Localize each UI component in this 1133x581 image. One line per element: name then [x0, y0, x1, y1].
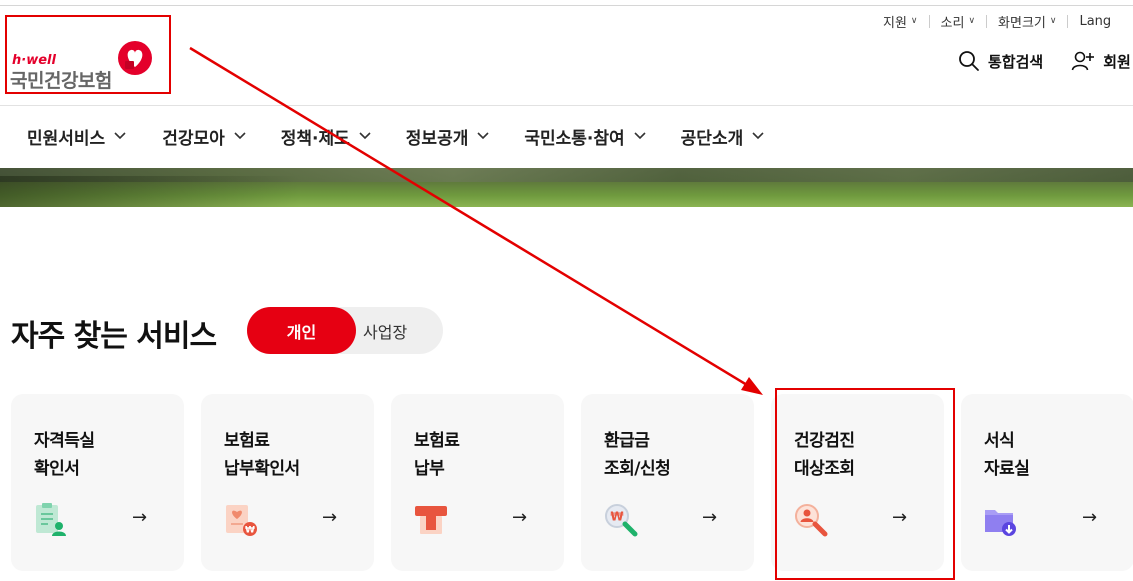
divider: [986, 14, 988, 28]
service-card-forms[interactable]: 서식자료실 →: [961, 394, 1133, 571]
chevron-down-icon: [634, 132, 646, 140]
utility-item-support[interactable]: 지원 ∨: [883, 12, 918, 31]
card-title: 보험료납부확인서: [224, 427, 300, 483]
nav-item-health[interactable]: 건강모아: [162, 124, 246, 149]
card-title: 자격득실확인서: [34, 427, 95, 483]
nav-item-about[interactable]: 공단소개: [681, 124, 765, 149]
divider: [1067, 14, 1069, 28]
card-title: 서식자료실: [984, 427, 1030, 483]
utility-nav: 지원 ∨ 소리 ∨ 화면크기 ∨ Lang: [883, 11, 1111, 31]
nav-item-label: 정책·제도: [280, 128, 350, 149]
service-card-refund[interactable]: 환급금조회/신청 ₩ →: [581, 394, 754, 571]
card-title: 환급금조회/신청: [604, 427, 671, 483]
nav-item-label: 건강모아: [162, 128, 225, 149]
tab-business[interactable]: 사업장: [363, 307, 423, 354]
header-actions: 통합검색 회원: [958, 50, 1131, 72]
service-card-qualification[interactable]: 자격득실확인서 →: [11, 394, 184, 571]
chevron-down-icon: [359, 132, 371, 140]
member-button[interactable]: 회원: [1071, 50, 1131, 72]
nav-item-label: 공단소개: [680, 128, 744, 149]
chevron-down-icon: [114, 132, 126, 140]
card-title-line: 납부: [414, 459, 445, 479]
nav-item-label: 민원서비스: [27, 128, 106, 149]
chevron-down-icon: [234, 132, 246, 140]
add-user-icon: [1071, 51, 1095, 71]
nav-item-policy[interactable]: 정책·제도: [281, 124, 371, 149]
card-title-line: 납부확인서: [224, 459, 300, 479]
annotation-box-checkup: [775, 388, 955, 580]
svg-text:₩: ₩: [610, 510, 624, 524]
card-title-line: 자격득실: [34, 431, 95, 451]
section-title: 자주 찾는 서비스: [11, 319, 217, 354]
certificate-icon: [36, 503, 66, 536]
arrow-right-icon: →: [322, 507, 338, 528]
svg-text:₩: ₩: [245, 526, 255, 536]
chevron-down-icon: [477, 132, 489, 140]
card-title: 보험료납부: [414, 427, 460, 483]
tab-personal[interactable]: 개인: [247, 307, 356, 354]
card-payment-icon: [415, 506, 447, 534]
arrow-right-icon: →: [512, 507, 528, 528]
refund-search-icon: ₩: [605, 504, 638, 537]
arrow-right-icon: →: [1082, 507, 1098, 528]
payment-receipt-icon: ₩: [226, 505, 257, 536]
divider: [928, 14, 930, 28]
search-icon: [959, 51, 979, 71]
service-card-payment-certificate[interactable]: 보험료납부확인서 ₩ →: [201, 394, 374, 571]
search-label: 통합검색: [988, 52, 1044, 71]
utility-item-language[interactable]: Lang: [1079, 14, 1111, 29]
hero-banner-image: [0, 168, 1133, 207]
card-title-line: 보험료: [414, 431, 460, 451]
card-title-line: 자료실: [984, 459, 1030, 479]
utility-item-screen-size[interactable]: 화면크기 ∨: [998, 12, 1056, 31]
chevron-down-icon: ∨: [910, 16, 918, 26]
utility-item-label: Lang: [1079, 13, 1112, 29]
nav-item-info-disclosure[interactable]: 정보공개: [406, 124, 490, 149]
card-title-line: 환급금: [604, 431, 650, 451]
folder-download-icon: [985, 510, 1016, 536]
card-title-line: 보험료: [224, 431, 270, 451]
nav-item-communication[interactable]: 국민소통·참여: [524, 124, 646, 149]
nav-item-civil-service[interactable]: 민원서비스: [27, 124, 126, 149]
member-label: 회원: [1103, 52, 1131, 71]
chevron-down-icon: [752, 132, 764, 140]
service-tabs: 개인 사업장: [247, 307, 443, 354]
card-title-line: 확인서: [34, 459, 80, 479]
service-card-premium-payment[interactable]: 보험료납부 →: [391, 394, 564, 571]
utility-item-label: 화면크기: [998, 15, 1046, 31]
header-divider: [0, 105, 1133, 106]
chevron-down-icon: ∨: [968, 16, 976, 26]
integrated-search-button[interactable]: 통합검색: [958, 50, 1043, 72]
banner-shade: [0, 176, 300, 207]
utility-item-label: 소리: [940, 15, 965, 31]
main-nav: 민원서비스 건강모아 정책·제도 정보공개 국민소통·참여 공단소개: [27, 116, 764, 156]
top-border-line: [0, 5, 1133, 6]
utility-item-sound[interactable]: 소리 ∨: [941, 12, 976, 31]
card-title-line: 서식: [984, 431, 1015, 451]
nav-item-label: 정보공개: [405, 128, 469, 149]
nav-item-label: 국민소통·참여: [524, 128, 625, 149]
arrow-right-icon: →: [132, 507, 148, 528]
annotation-box-logo: [5, 15, 171, 94]
arrow-right-icon: →: [702, 507, 718, 528]
card-title-line: 조회/신청: [604, 459, 671, 479]
utility-item-label: 지원: [883, 15, 907, 31]
chevron-down-icon: ∨: [1049, 16, 1057, 26]
